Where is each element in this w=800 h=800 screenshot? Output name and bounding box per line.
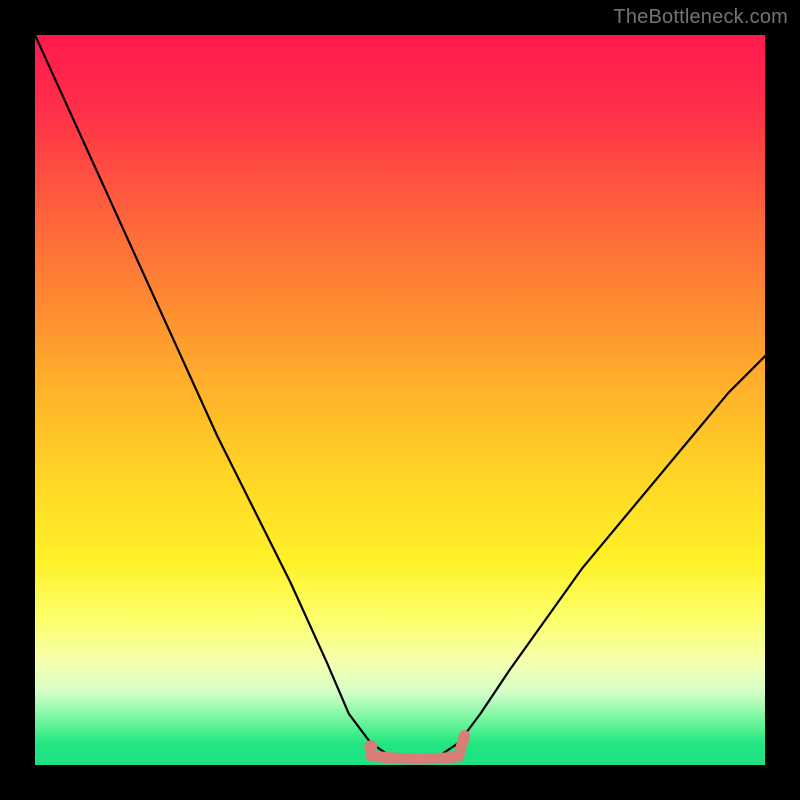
bottleneck-curve-svg	[35, 35, 765, 765]
valley-marker-dot	[364, 740, 377, 753]
watermark-text: TheBottleneck.com	[613, 6, 788, 29]
chart-plot-area	[35, 35, 765, 765]
bottleneck-curve	[35, 35, 765, 758]
chart-frame: TheBottleneck.com	[0, 0, 800, 800]
